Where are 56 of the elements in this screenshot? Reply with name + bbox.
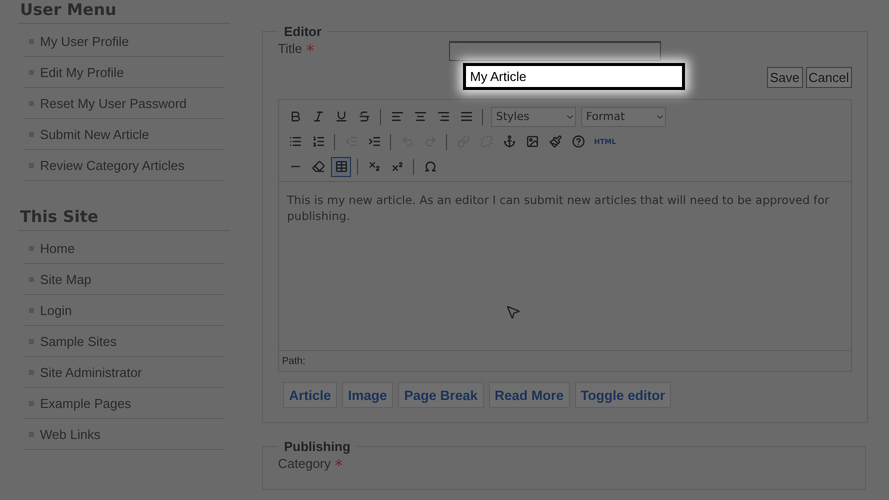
menu-item[interactable]: My User Profile	[23, 26, 225, 57]
insert-button[interactable]: Toggle editor	[574, 382, 672, 408]
article-text: This is my new article. As an editor I can submit new articles that will need to be approved for publishing.	[287, 193, 830, 223]
editor-body[interactable]: This is my new article. As an editor I can submit new articles that will need to be approved for publishing.	[279, 182, 851, 350]
align-center-icon	[414, 110, 426, 123]
dropdown[interactable]: Styles	[491, 106, 576, 126]
help-icon	[572, 135, 584, 148]
menu-item[interactable]: Login	[23, 295, 225, 326]
superscript-icon	[390, 160, 404, 173]
bold-icon	[288, 110, 302, 123]
menu-heading: This Site	[18, 207, 230, 231]
strikethrough-icon	[358, 110, 370, 123]
table-icon	[334, 160, 348, 173]
field-label: Category	[278, 456, 331, 473]
justify-icon	[460, 110, 472, 123]
dropdown[interactable]: Format	[581, 106, 666, 126]
menu-item[interactable]: Example Pages	[23, 388, 225, 419]
form-button[interactable]: Cancel	[806, 67, 852, 88]
path-bar: Path:	[279, 350, 851, 371]
toolbar-button[interactable]	[331, 156, 351, 176]
required-mark: *	[306, 41, 314, 60]
panel-legend: Publishing	[278, 439, 356, 454]
field-label: Title	[278, 41, 302, 58]
subscript-icon	[368, 160, 380, 173]
italic-icon	[312, 110, 324, 123]
insert-button[interactable]: Image	[342, 382, 394, 408]
menu-item[interactable]: Submit New Article	[23, 119, 225, 150]
bullet-list-icon	[288, 135, 302, 148]
title-field[interactable]	[449, 41, 661, 61]
numbered-list-icon	[312, 135, 324, 148]
required-mark: *	[334, 456, 343, 475]
insert-button[interactable]: Article	[283, 382, 338, 408]
align-left-icon	[390, 110, 404, 123]
brush-icon	[548, 135, 562, 148]
menu-item[interactable]: Home	[23, 233, 225, 264]
title-field-zoom[interactable]: My Article	[463, 63, 685, 90]
eraser-icon	[312, 160, 324, 173]
form-button[interactable]: Save	[766, 67, 803, 88]
menu-item[interactable]: Site Map	[23, 264, 225, 295]
menu-item[interactable]: Sample Sites	[23, 326, 225, 357]
align-right-icon	[436, 110, 450, 123]
menu-item[interactable]: Reset My User Password	[23, 88, 225, 119]
indent-icon	[368, 135, 380, 148]
menu-item[interactable]: Site Administrator	[23, 357, 225, 388]
anchor-icon	[502, 135, 516, 148]
insert-button[interactable]: Page Break	[398, 382, 484, 408]
image-icon	[526, 135, 538, 148]
insert-button[interactable]: Read More	[488, 382, 570, 408]
omega-icon	[424, 160, 436, 173]
menu-item[interactable]: Web Links	[23, 419, 225, 450]
mouse-cursor-icon	[505, 304, 521, 320]
panel-legend: Editor	[278, 24, 328, 39]
menu-heading: User Menu	[18, 0, 230, 24]
menu-item[interactable]: Review Category Articles	[23, 150, 225, 181]
underline-icon	[334, 110, 348, 123]
menu-item[interactable]: Edit My Profile	[23, 57, 225, 88]
